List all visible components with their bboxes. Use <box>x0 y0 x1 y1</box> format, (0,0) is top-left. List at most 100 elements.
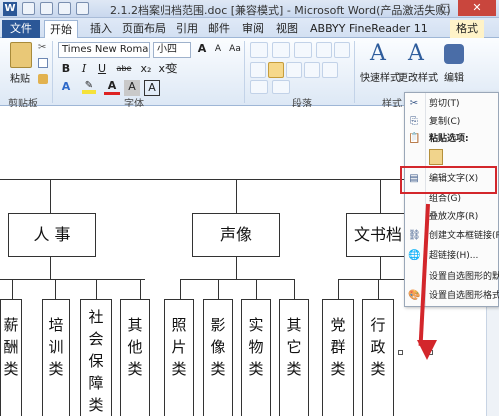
subcategory-social-security[interactable]: 社会保障类 <box>80 299 112 416</box>
tab-home[interactable]: 开始 <box>44 20 78 38</box>
copy-icon: ⎘ <box>410 116 418 127</box>
subcategory-other-personnel[interactable]: 其他类 <box>120 299 150 416</box>
align-center-icon[interactable] <box>268 62 284 78</box>
menu-item-create-textbox-link[interactable]: ⛓ 创建文本框链接(R) <box>405 227 499 245</box>
connector-line <box>180 279 295 280</box>
close-button[interactable]: ✕ <box>458 0 496 16</box>
title-bar: W 2.1.2档案归档范围.doc [兼容模式] - Microsoft Wor… <box>0 0 499 18</box>
subcategory-other-av[interactable]: 其它类 <box>279 299 309 416</box>
multilevel-list-icon[interactable] <box>294 42 312 58</box>
copy-small-icon[interactable] <box>38 58 48 68</box>
edit-group-label[interactable]: 编辑 <box>444 69 464 84</box>
menu-item-set-default-shape[interactable]: 设置自选图形的默认 <box>405 268 499 286</box>
align-right-icon[interactable] <box>286 62 302 78</box>
char-shading-button[interactable]: A <box>124 80 140 96</box>
menu-item-copy[interactable]: ⎘ 复制(C) <box>405 113 499 131</box>
subcategory-video[interactable]: 影像类 <box>203 299 233 416</box>
menu-item-cut[interactable]: ✂ 剪切(T) <box>405 95 499 113</box>
tab-references[interactable]: 引用 <box>170 20 204 38</box>
menu-item-label: 叠放次序(R) <box>429 212 479 222</box>
tab-file[interactable]: 文件 <box>2 20 40 38</box>
text-effects-button[interactable]: A <box>58 80 74 96</box>
change-styles-icon[interactable]: A <box>404 41 428 67</box>
tab-abbyy[interactable]: ABBYY FineReader 11 <box>304 20 434 38</box>
context-menu: ✂ 剪切(T) ⎘ 复制(C) 📋 粘贴选项: ▤ 编辑文字(X) 组合(G) … <box>404 92 499 307</box>
save-icon[interactable] <box>22 2 35 15</box>
increase-indent-icon[interactable] <box>334 42 350 58</box>
binoculars-icon[interactable] <box>444 44 464 64</box>
menu-item-order[interactable]: 叠放次序(R) <box>405 208 499 226</box>
numbering-icon[interactable] <box>272 42 290 58</box>
justify-icon[interactable] <box>304 62 320 78</box>
strikethrough-button[interactable]: abe <box>114 62 134 78</box>
subcategory-photos[interactable]: 照片类 <box>164 299 194 416</box>
line-spacing-icon[interactable] <box>322 62 338 78</box>
subscript-button[interactable]: x₂ <box>138 62 154 78</box>
group-separator <box>244 41 245 103</box>
qat-more-icon[interactable] <box>76 2 89 15</box>
underline-button[interactable]: U <box>94 62 110 78</box>
menu-item-label: 超链接(H)... <box>429 251 479 261</box>
connector-line <box>338 279 339 299</box>
connector-line <box>0 179 440 180</box>
shrink-font-button[interactable]: A <box>210 42 226 58</box>
shading-icon[interactable] <box>250 80 268 94</box>
italic-button[interactable]: I <box>76 62 92 78</box>
subcategory-party[interactable]: 党群类 <box>322 299 354 416</box>
grow-font-button[interactable]: A <box>194 42 210 58</box>
borders-icon[interactable] <box>272 80 290 94</box>
font-name-combo[interactable]: Times New Roman <box>58 42 150 58</box>
format-shape-icon: 🎨 <box>408 290 421 301</box>
link-icon: ⛓ <box>408 230 421 241</box>
change-case-button[interactable]: Aa <box>226 42 244 58</box>
maximize-button[interactable]: □ <box>434 0 456 16</box>
tab-view[interactable]: 视图 <box>270 20 304 38</box>
annotation-arrow-head <box>417 340 437 360</box>
highlight-color-icon[interactable]: ✎ <box>82 80 96 94</box>
word-app-icon[interactable]: W <box>3 2 17 16</box>
quick-styles-icon[interactable]: A <box>366 41 390 67</box>
category-box-documents[interactable]: 文书档 <box>346 213 410 257</box>
tab-insert[interactable]: 插入 <box>84 20 118 38</box>
category-box-audio-visual[interactable]: 声像 <box>192 213 280 257</box>
cut-icon[interactable]: ✂ <box>38 42 46 53</box>
tab-review[interactable]: 审阅 <box>236 20 270 38</box>
subcategory-salary[interactable]: 薪酬类 <box>0 299 22 416</box>
format-painter-icon[interactable] <box>38 74 48 84</box>
tab-page-layout[interactable]: 页面布局 <box>116 20 172 38</box>
subcategory-administration[interactable]: 行政类 <box>362 299 394 416</box>
phonetic-guide-button[interactable]: 变 <box>164 62 180 78</box>
paste-icon: 📋 <box>408 133 421 144</box>
connector-line <box>380 257 381 279</box>
paste-icon[interactable] <box>10 42 32 68</box>
bold-button[interactable]: B <box>58 62 74 78</box>
bullets-icon[interactable] <box>250 42 268 58</box>
tab-format[interactable]: 格式 <box>450 20 484 38</box>
redo-icon[interactable] <box>58 2 71 15</box>
default-shape-icon <box>408 271 420 283</box>
change-styles-label[interactable]: 更改样式 <box>398 69 438 84</box>
connector-line <box>380 179 381 213</box>
quick-styles-label[interactable]: 快速样式 <box>360 69 400 84</box>
char-border-button[interactable]: A <box>144 80 160 96</box>
paste-keep-format-icon[interactable] <box>429 149 443 165</box>
group-separator <box>52 41 53 103</box>
subcategory-training[interactable]: 培训类 <box>42 299 70 416</box>
selection-handle[interactable] <box>398 350 403 355</box>
group-icon <box>408 193 420 205</box>
tab-mailings[interactable]: 邮件 <box>202 20 236 38</box>
menu-item-format-shape[interactable]: 🎨 设置自选图形格式 <box>405 287 499 305</box>
annotation-highlight-box <box>400 166 497 194</box>
menu-item-hyperlink[interactable]: 🌐 超链接(H)... <box>405 247 499 265</box>
subcategory-objects[interactable]: 实物类 <box>241 299 271 416</box>
decrease-indent-icon[interactable] <box>316 42 332 58</box>
paste-button-label[interactable]: 粘贴 <box>10 70 30 85</box>
menu-item-label: 粘贴选项: <box>429 134 469 144</box>
align-left-icon[interactable] <box>250 62 266 78</box>
undo-icon[interactable] <box>40 2 53 15</box>
font-color-button[interactable]: A <box>104 79 120 95</box>
minimize-button[interactable]: – <box>410 0 432 16</box>
connector-line <box>50 179 51 213</box>
font-size-combo[interactable]: 小四 <box>153 42 191 58</box>
category-box-personnel[interactable]: 人 事 <box>8 213 96 257</box>
